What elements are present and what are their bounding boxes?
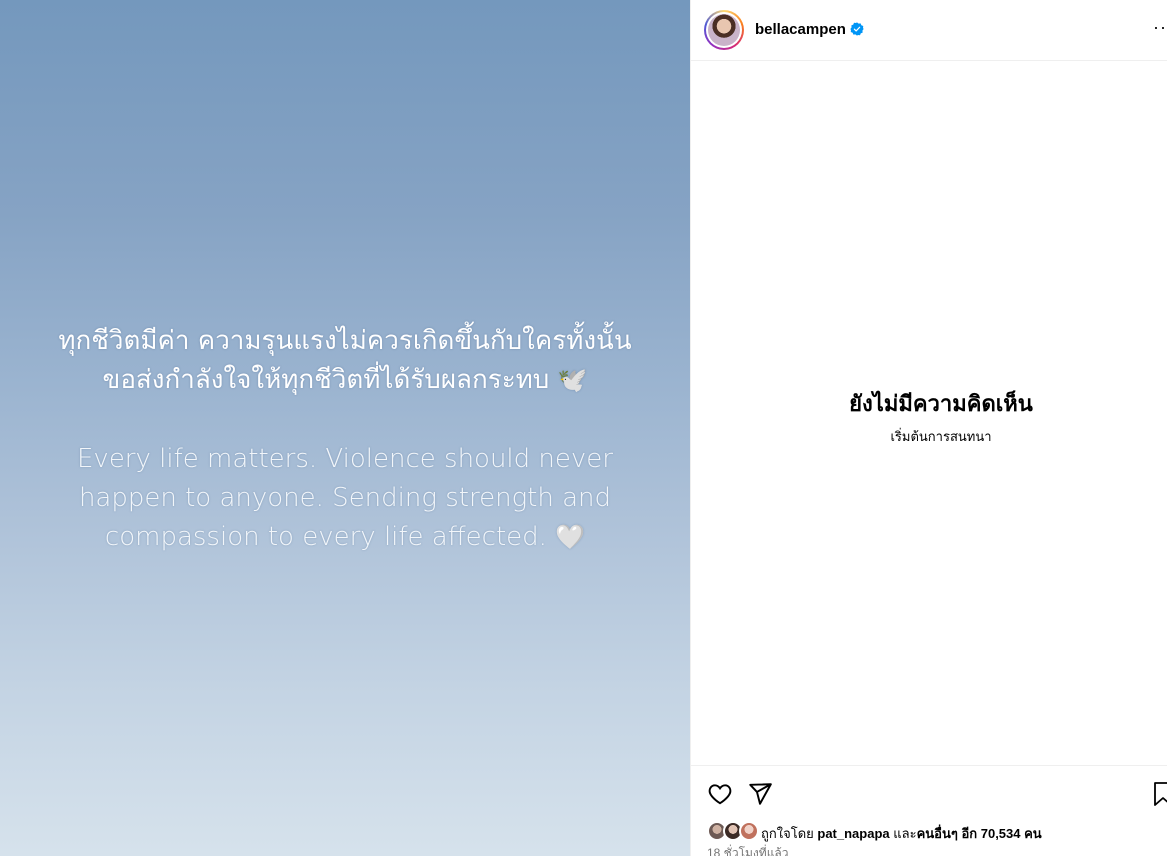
caption-english: Every life matters. Violence should neve… <box>40 440 650 557</box>
likes-summary: ถูกใจโดย pat_napapa และคนอื่นๆ อีก 70,53… <box>761 823 1042 844</box>
likes-and: และ <box>893 826 917 841</box>
username-link[interactable]: bellacampen <box>755 21 846 38</box>
no-comments-title: ยังไม่มีความคิดเห็น <box>849 391 1033 416</box>
caption-english-line-2: happen to anyone. Sending strength and <box>78 483 612 513</box>
more-options-button[interactable]: ··· <box>1153 17 1167 38</box>
bookmark-icon[interactable] <box>1153 781 1167 807</box>
liker-avatars[interactable] <box>707 821 761 841</box>
paper-plane-icon[interactable] <box>747 781 773 807</box>
post-timestamp[interactable]: 18 ชั่วโมงที่แล้ว <box>707 844 789 856</box>
start-conversation-text: เริ่มต้นการสนทนา <box>890 429 992 444</box>
verified-badge-icon <box>850 22 864 36</box>
likes-prefix: ถูกใจโดย <box>761 826 814 841</box>
heart-outline-icon[interactable] <box>707 781 733 807</box>
caption-english-line-1: Every life matters. Violence should neve… <box>77 444 613 474</box>
likes-others-link[interactable]: คนอื่นๆ อีก 70,534 คน <box>917 826 1042 841</box>
dove-emoji: 🕊️ <box>557 366 588 394</box>
liker-avatar[interactable] <box>739 821 759 841</box>
post-image[interactable]: ทุกชีวิตมีค่า ความรุนแรงไม่ควรเกิดขึ้นกั… <box>0 0 690 856</box>
caption-english-line-3: compassion to every life affected. <box>104 522 547 552</box>
avatar[interactable] <box>704 10 744 50</box>
action-bar: ถูกใจโดย pat_napapa และคนอื่นๆ อีก 70,53… <box>691 765 1167 856</box>
caption-thai-line-2: ขอส่งกำลังใจให้ทุกชีวิตที่ได้รับผลกระทบ <box>102 365 550 395</box>
caption-thai: ทุกชีวิตมีค่า ความรุนแรงไม่ควรเกิดขึ้นกั… <box>20 322 670 400</box>
caption-thai-line-1: ทุกชีวิตมีค่า ความรุนแรงไม่ควรเกิดขึ้นกั… <box>58 326 632 356</box>
post-side-panel: bellacampen ··· ยังไม่มีความคิดเห็น เริ่… <box>690 0 1167 856</box>
avatar-image <box>708 14 740 46</box>
post-header: bellacampen ··· <box>691 0 1167 61</box>
white-heart-emoji: 🤍 <box>555 523 586 551</box>
liker-username-link[interactable]: pat_napapa <box>817 826 889 841</box>
